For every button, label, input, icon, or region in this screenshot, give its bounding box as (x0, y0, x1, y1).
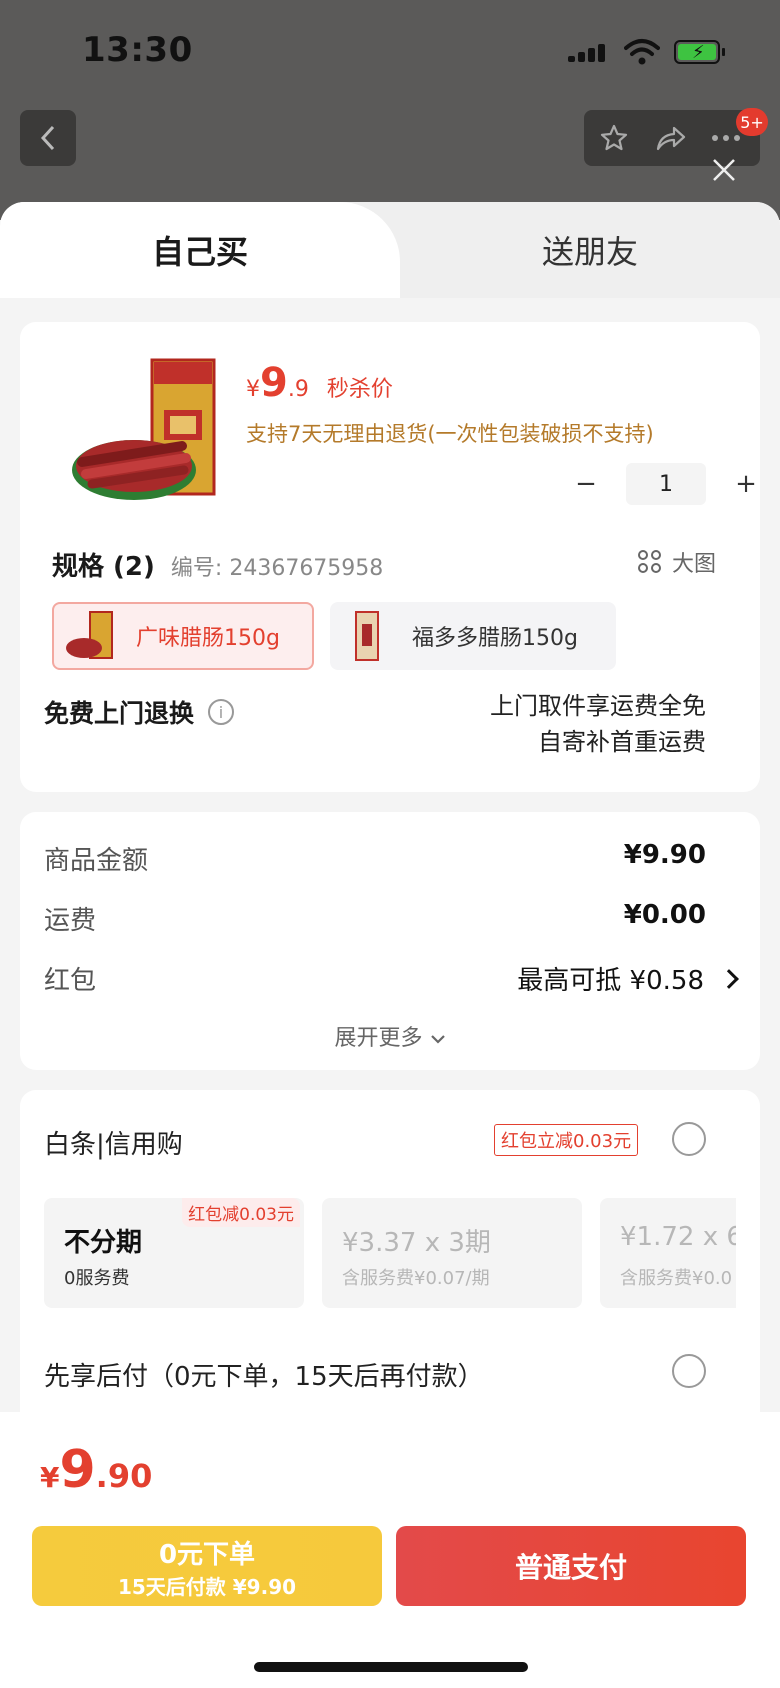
free-return-label: 免费上门退换 (44, 699, 195, 728)
notification-badge: 5+ (736, 108, 768, 136)
increase-button[interactable]: + (728, 466, 764, 502)
expand-more-label: 展开更多 (334, 1026, 423, 1051)
big-view-button[interactable]: 大图 (637, 546, 716, 578)
price-decimal: .9 (287, 377, 309, 402)
product-price: ¥ 9 .9 秒杀价 (246, 360, 393, 406)
tab-gift-friend[interactable]: 送朋友 (400, 202, 780, 298)
shipping-label: 运费 (44, 906, 97, 936)
pay-later-button[interactable]: 0元下单 15天后付款 ¥9.90 (32, 1526, 382, 1606)
red-packet-value: 最高可抵 ¥0.58 (517, 966, 704, 996)
share-icon[interactable] (654, 122, 686, 154)
goods-amount-label: 商品金额 (44, 846, 149, 876)
chevron-down-icon (430, 1035, 445, 1044)
spec-option[interactable]: 福多多腊肠150g (330, 602, 616, 670)
pay-later-radio[interactable] (672, 1354, 706, 1388)
credit-promo-tag: 红包立减0.03元 (494, 1124, 639, 1156)
red-packet-value-wrap: 最高可抵 ¥0.58 (517, 960, 739, 997)
shipping-row: 运费 ¥0.00 (44, 900, 706, 937)
big-view-label: 大图 (671, 552, 716, 577)
plan-sub: 0服务费 (64, 1268, 130, 1289)
product-card: ¥ 9 .9 秒杀价 支持7天无理由退货(一次性包装破损不支持) − 1 + 规… (20, 322, 760, 792)
battery-icon: ⚡ (674, 40, 720, 64)
pay-later-option[interactable]: 先享后付（0元下单，15天后再付款） (44, 1356, 484, 1393)
plan-6-months[interactable]: ¥1.72 x 6 含服务费¥0.0 (600, 1198, 736, 1308)
spec-header: 规格 (2) 编号: 24367675958 (52, 546, 383, 583)
free-return-note: 上门取件享运费全免 自寄补首重运费 (490, 688, 706, 760)
cellular-signal-icon (568, 44, 608, 62)
total-decimal: .90 (95, 1457, 153, 1495)
red-packet-row[interactable]: 红包 最高可抵 ¥0.58 (44, 960, 739, 997)
price-tag: 秒杀价 (326, 377, 393, 402)
plan-no-installment[interactable]: 红包减0.03元 不分期 0服务费 (44, 1198, 304, 1308)
status-time: 13:30 (82, 30, 193, 70)
product-code: 编号: 24367675958 (170, 556, 384, 581)
price-currency: ¥ (246, 377, 260, 402)
option-label: 福多多腊肠150g (412, 626, 578, 651)
star-icon[interactable] (598, 122, 630, 154)
shipping-value: ¥0.00 (623, 900, 706, 930)
battery-cap (722, 48, 725, 56)
home-indicator (254, 1662, 528, 1672)
goods-amount-row: 商品金额 ¥9.90 (44, 840, 706, 877)
installment-plans[interactable]: 红包减0.03元 不分期 0服务费 ¥3.37 x 3期 含服务费¥0.07/期… (44, 1198, 736, 1310)
info-icon[interactable]: i (208, 699, 235, 725)
decrease-button[interactable]: − (568, 466, 604, 502)
goods-amount-value: ¥9.90 (623, 840, 706, 870)
tab-bar: 送朋友 自己买 (0, 202, 780, 298)
pay-later-line2: 15天后付款 ¥9.90 (117, 1575, 297, 1599)
price-integer: 9 (260, 360, 288, 406)
return-policy-text: 支持7天无理由退货(一次性包装破损不支持) (246, 422, 654, 446)
plan-sub: 含服务费¥0.0 (620, 1268, 733, 1289)
option-thumbnail (355, 611, 379, 661)
free-return-note-line1: 上门取件享运费全免 (490, 692, 706, 720)
wifi-icon (624, 39, 660, 65)
expand-more-button[interactable]: 展开更多 (20, 1020, 760, 1052)
credit-pay-radio[interactable] (672, 1122, 706, 1156)
total-integer: 9 (59, 1440, 96, 1500)
normal-pay-button[interactable]: 普通支付 (396, 1526, 746, 1606)
price-summary-card: 商品金额 ¥9.90 运费 ¥0.00 红包 最高可抵 ¥0.58 展开更多 (20, 812, 760, 1070)
status-bar: 13:30 ⚡ (0, 0, 780, 100)
tab-buy-self[interactable]: 自己买 (0, 202, 400, 298)
bottom-bar: ¥ 9 .90 0元下单 15天后付款 ¥9.90 普通支付 (0, 1412, 780, 1688)
plan-3-months[interactable]: ¥3.37 x 3期 含服务费¥0.07/期 (322, 1198, 582, 1308)
option-label: 广味腊肠150g (136, 626, 280, 651)
credit-pay-title: 白条|信用购 (44, 1130, 183, 1160)
back-button[interactable] (20, 110, 76, 166)
chevron-right-icon (719, 968, 739, 989)
spec-title: 规格 (2) (52, 552, 155, 582)
quantity-stepper: − 1 + (568, 462, 764, 506)
option-thumbnail (66, 611, 113, 659)
plan-main: ¥3.37 x 3期 (342, 1228, 491, 1258)
red-packet-label: 红包 (44, 966, 97, 996)
product-image (72, 358, 216, 500)
plan-sub: 含服务费¥0.07/期 (342, 1268, 490, 1289)
free-return-title: 免费上门退换 i (44, 694, 235, 730)
pay-later-line1: 0元下单 (158, 1540, 256, 1570)
plan-main: ¥1.72 x 6 (620, 1222, 736, 1252)
close-icon[interactable] (710, 156, 738, 184)
quantity-input[interactable]: 1 (626, 463, 706, 505)
free-return-note-line2: 自寄补首重运费 (538, 728, 706, 756)
grid-icon (637, 550, 662, 574)
chevron-left-icon (40, 125, 55, 151)
total-price: ¥ 9 .90 (40, 1440, 152, 1500)
total-currency: ¥ (40, 1461, 60, 1494)
plan-main: 不分期 (64, 1228, 143, 1258)
plan-promo-tag: 红包减0.03元 (182, 1198, 300, 1227)
spec-option-selected[interactable]: 广味腊肠150g (52, 602, 314, 670)
